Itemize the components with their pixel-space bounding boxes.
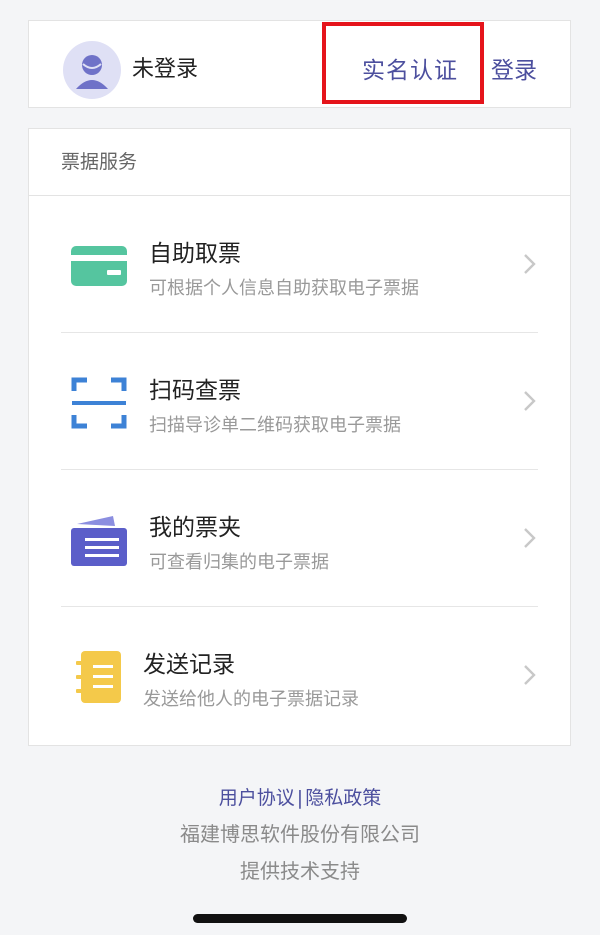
chevron-right-icon <box>524 391 536 411</box>
service-item-my-wallet[interactable]: 我的票夹 可查看归集的电子票据 <box>29 470 570 607</box>
link-separator: | <box>296 787 304 809</box>
service-title: 发送记录 <box>143 652 235 678</box>
scan-frame-icon <box>69 373 129 433</box>
section-title: 票据服务 <box>29 129 570 196</box>
user-header: 未登录 实名认证 登录 <box>28 20 571 108</box>
service-title: 自助取票 <box>149 241 241 267</box>
ticket-services-card: 票据服务 自助取票 可根据个人信息自助获取电子票据 扫码查票 扫描导诊单二维码获… <box>28 128 571 746</box>
service-description: 发送给他人的电子票据记录 <box>143 689 359 710</box>
chevron-right-icon <box>524 254 536 274</box>
login-button[interactable]: 登录 <box>491 51 537 85</box>
company-name: 福建博思软件股份有限公司 <box>180 822 420 846</box>
service-description: 可查看归集的电子票据 <box>149 552 329 573</box>
footer-links: 用户协议 | 隐私政策 <box>0 783 600 810</box>
tech-support-text: 提供技术支持 <box>240 859 360 883</box>
ticket-card-icon <box>69 236 129 296</box>
chevron-right-icon <box>524 665 536 685</box>
service-item-send-records[interactable]: 发送记录 发送给他人的电子票据记录 <box>29 607 570 744</box>
privacy-policy-link[interactable]: 隐私政策 <box>305 787 381 809</box>
service-title: 我的票夹 <box>149 515 241 541</box>
user-avatar-icon[interactable] <box>63 41 121 99</box>
service-item-scan-query[interactable]: 扫码查票 扫描导诊单二维码获取电子票据 <box>29 333 570 470</box>
service-title: 扫码查票 <box>149 378 241 404</box>
service-description: 扫描导诊单二维码获取电子票据 <box>149 415 401 436</box>
ticket-folder-icon <box>69 510 129 570</box>
home-indicator[interactable] <box>193 914 407 923</box>
notebook-icon <box>73 647 133 707</box>
user-agreement-link[interactable]: 用户协议 <box>219 787 295 809</box>
chevron-right-icon <box>524 528 536 548</box>
service-description: 可根据个人信息自助获取电子票据 <box>149 278 419 299</box>
highlight-annotation-box <box>322 22 484 104</box>
user-status-label: 未登录 <box>132 57 199 82</box>
service-item-self-pickup[interactable]: 自助取票 可根据个人信息自助获取电子票据 <box>29 196 570 333</box>
